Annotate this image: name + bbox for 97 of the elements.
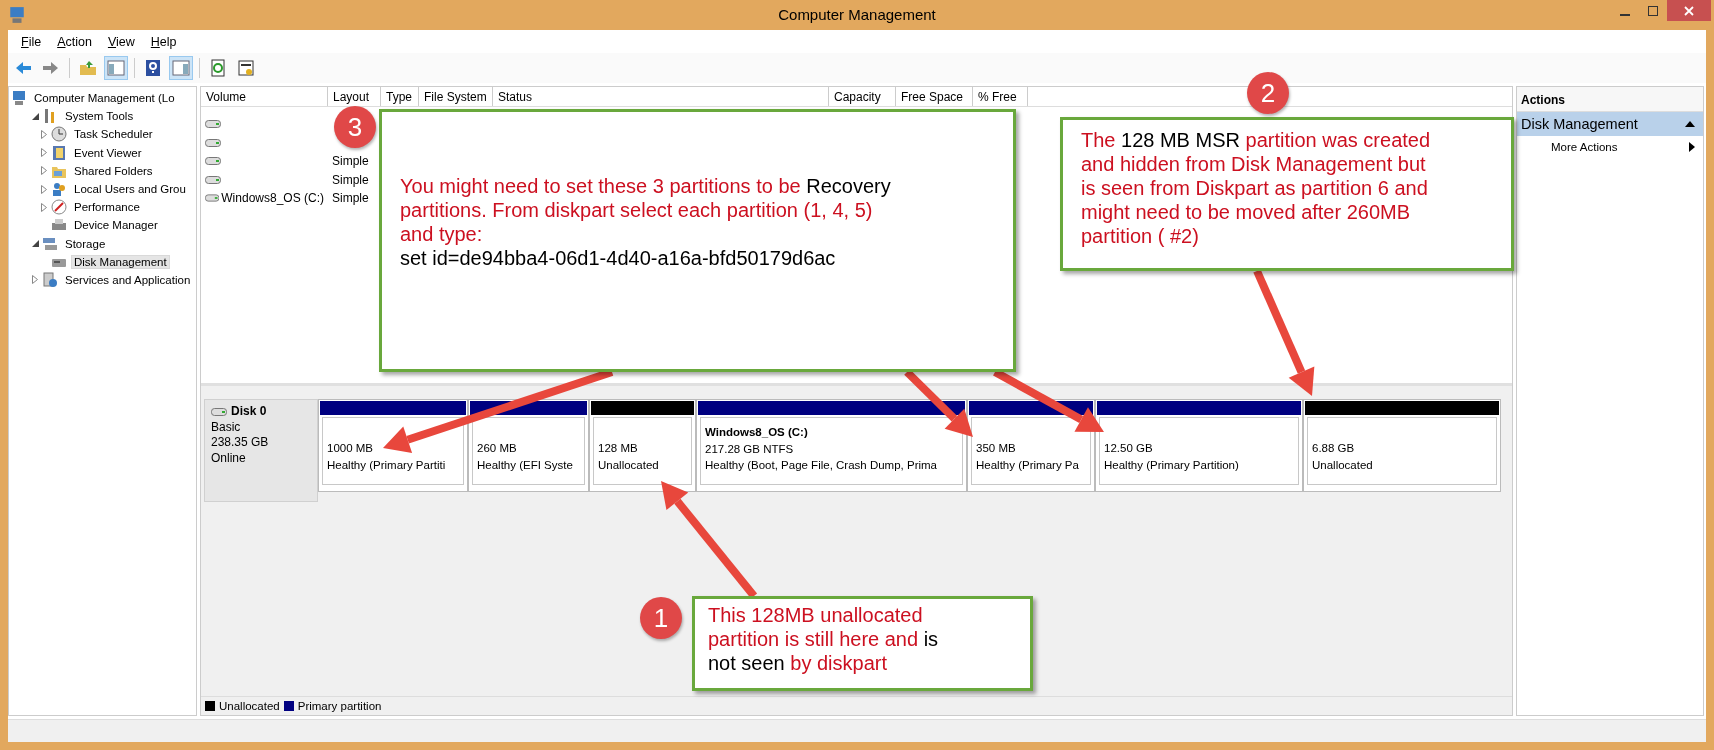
drive-icon	[205, 175, 221, 184]
partition-status: Healthy (Primary Partiti	[327, 457, 447, 473]
help-icon	[144, 59, 162, 77]
tree-item[interactable]: Device Manager	[71, 218, 161, 233]
tree-item[interactable]: Task Scheduler	[71, 127, 156, 142]
expander-icon[interactable]	[41, 202, 47, 212]
partition-box[interactable]: 12.50 GB Healthy (Primary Partition)	[1099, 417, 1299, 485]
legend-label: Unallocated	[219, 700, 280, 712]
computer-icon	[8, 6, 26, 24]
window-title: Computer Management	[778, 6, 936, 23]
partition-status: Healthy (EFI Syste	[477, 457, 574, 473]
submenu-arrow-icon	[1689, 142, 1695, 152]
folder-icon	[79, 59, 97, 77]
column-header[interactable]: % Free	[973, 87, 1028, 106]
drive-icon	[205, 138, 221, 147]
partition-size: 6.88 GB	[1312, 441, 1356, 456]
tree-item[interactable]: Local Users and Grou	[71, 182, 189, 197]
expanded-icon[interactable]	[31, 240, 39, 248]
table-cell: Windows8_OS (C:)	[221, 191, 324, 206]
disk-type: Basic	[211, 419, 242, 435]
table-cell: Simple	[332, 154, 369, 169]
tree-item[interactable]: Event Viewer	[71, 145, 145, 160]
expanded-icon[interactable]	[31, 112, 39, 120]
column-header[interactable]: Layout	[328, 87, 381, 106]
column-header[interactable]: Free Space	[896, 87, 973, 106]
panel-icon	[107, 59, 125, 77]
properties-icon	[237, 59, 255, 77]
expander-icon[interactable]	[41, 166, 47, 176]
table-cell: Simple	[332, 191, 369, 206]
tree-item[interactable]: Performance	[71, 200, 143, 215]
menu-item[interactable]: Action	[50, 32, 99, 51]
users-icon	[51, 181, 67, 198]
partition-size: 350 MB	[976, 441, 1017, 456]
action-item[interactable]: More Actions	[1517, 136, 1703, 158]
column-header[interactable]: Capacity	[829, 87, 896, 106]
disk-name: Disk 0	[231, 404, 267, 420]
partition-size: 217.28 GB NTFS	[705, 441, 795, 457]
clock-icon	[51, 126, 67, 143]
table-cell: Simple	[332, 172, 369, 187]
computer-icon	[11, 90, 27, 107]
refresh-icon	[209, 59, 227, 77]
expander-icon[interactable]	[32, 275, 38, 285]
partition-box[interactable]: 6.88 GB Unallocated	[1307, 417, 1497, 485]
tree-item[interactable]: Shared Folders	[71, 163, 156, 178]
back-icon	[14, 59, 32, 77]
log-icon	[51, 144, 67, 161]
menu-item[interactable]: File	[14, 32, 49, 51]
partition-size: 12.50 GB	[1104, 441, 1154, 456]
menu-item[interactable]: View	[100, 32, 142, 51]
column-header[interactable]: Volume	[201, 87, 328, 106]
actions-section[interactable]: Disk Management	[1517, 112, 1703, 136]
callout-text: This 128MB unallocated partition is still here and is not seen by diskpart	[708, 603, 939, 675]
expander-icon[interactable]	[41, 148, 47, 158]
tree-item[interactable]: Storage	[62, 236, 109, 251]
partition-box[interactable]: 260 MB Healthy (EFI Syste	[472, 417, 585, 485]
tree-item[interactable]: Services and Application	[62, 272, 194, 287]
maximize-icon	[1648, 5, 1658, 16]
close-icon	[1684, 5, 1694, 16]
expander-icon[interactable]	[41, 184, 47, 194]
services-icon	[42, 271, 58, 288]
actions-header: Actions	[1517, 87, 1703, 112]
partition-status: Healthy (Primary Pa	[976, 457, 1080, 473]
storage-icon	[42, 235, 58, 252]
partition-name: Windows8_OS (C:)	[705, 425, 809, 440]
partition-box[interactable]: 128 MB Unallocated	[593, 417, 692, 485]
column-header[interactable]: Type	[381, 87, 419, 106]
arrow	[904, 369, 973, 437]
partition-status: Unallocated	[598, 457, 660, 473]
callout-text: The 128 MB MSR partition was created and hidden from Disk Management but is seen from Diskpart as partition 6 and might need to be moved after 260MB partition ( #2)	[1081, 128, 1431, 248]
tree-item[interactable]: Disk Management	[71, 254, 170, 269]
close-button[interactable]	[1667, 0, 1711, 21]
partition-status: Unallocated	[1312, 457, 1374, 473]
drive-icon	[205, 120, 221, 129]
column-header[interactable]: File System	[419, 87, 493, 106]
partition-size: 260 MB	[477, 441, 518, 456]
partition-status: Healthy (Primary Partition)	[1104, 457, 1240, 473]
partition-box[interactable]: Windows8_OS (C:) 217.28 GB NTFS Healthy (Boot, Page File, Crash Dump, Prima	[700, 417, 963, 485]
disk-size: 238.35 GB	[211, 435, 270, 451]
partition-box[interactable]: 1000 MB Healthy (Primary Partiti	[322, 417, 464, 485]
partition-size: 1000 MB	[327, 441, 375, 456]
minimize-icon	[1620, 13, 1630, 16]
disk-status: Online	[211, 450, 247, 466]
legend-label: Primary partition	[297, 700, 382, 712]
partition-status: Healthy (Boot, Page File, Crash Dump, Prima	[705, 458, 938, 473]
panel-icon	[172, 59, 190, 77]
tree-item[interactable]: Computer Management (Lo	[31, 91, 178, 106]
callout-text: You might need to set these 3 partitions to be Recovery partitions. From diskpart select each partition (1, 4, 5) and type: set id=de94bba4-06d1-4d40-a16a-bfd50179d6ac	[400, 174, 891, 270]
forward-icon	[42, 59, 60, 77]
drive-icon	[205, 194, 220, 203]
column-header[interactable]: Status	[493, 87, 829, 106]
drive-icon	[205, 157, 221, 166]
drive-icon	[211, 407, 227, 416]
section-label: Disk Management	[1521, 116, 1638, 132]
partition-size: 128 MB	[598, 441, 639, 456]
expander-icon[interactable]	[41, 129, 47, 139]
tree-item[interactable]: System Tools	[62, 109, 137, 124]
menu-item[interactable]: Help	[143, 32, 184, 51]
